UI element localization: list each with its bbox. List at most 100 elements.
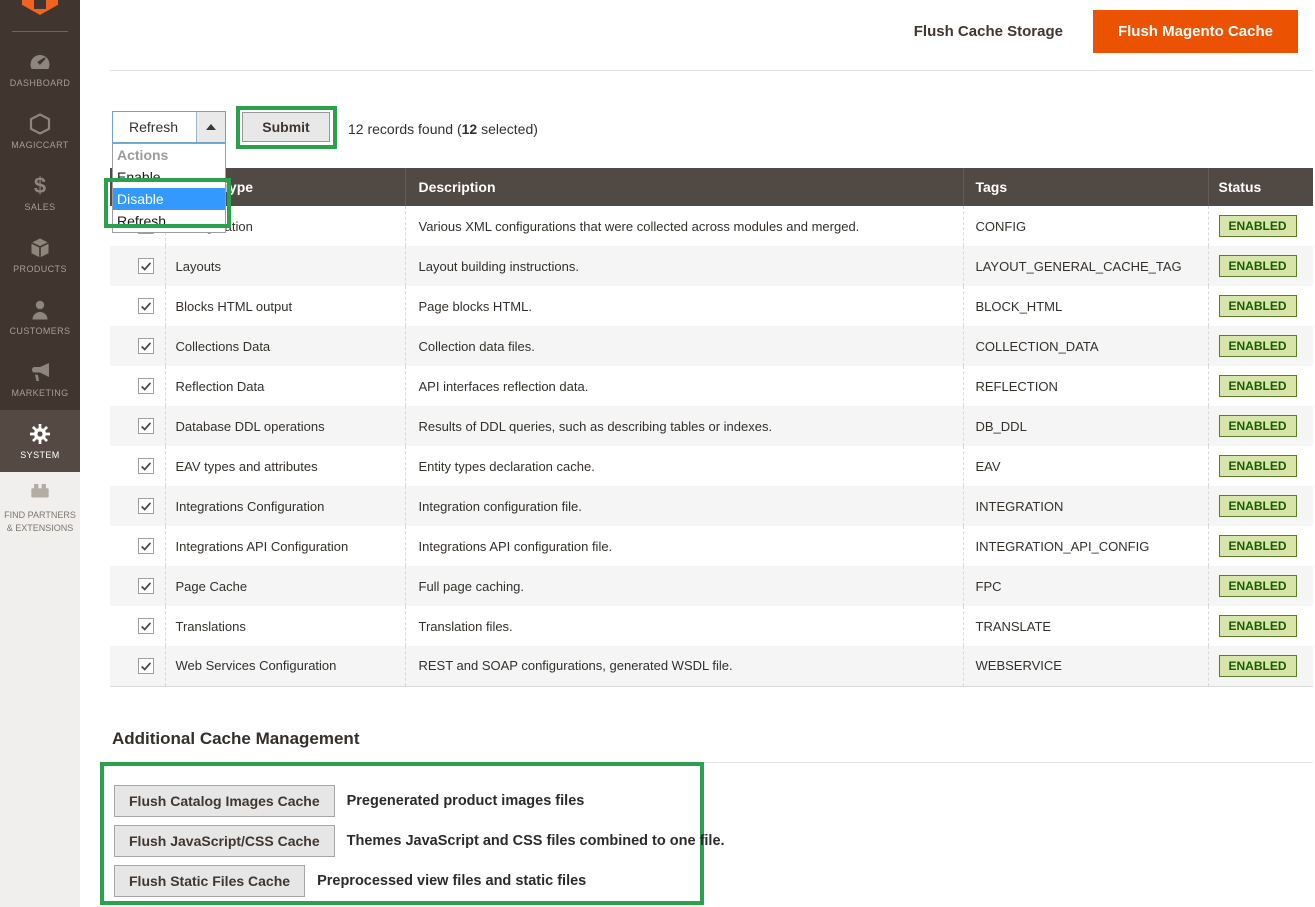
row-checkbox[interactable]	[138, 538, 154, 554]
row-checkbox[interactable]	[138, 258, 154, 274]
cache-type-cell: Translations	[165, 606, 405, 646]
row-checkbox[interactable]	[138, 458, 154, 474]
cache-type-cell: Web Services Configuration	[165, 646, 405, 686]
dropdown-option-refresh[interactable]: Refresh	[113, 210, 225, 232]
flush-javascript-css-cache-button[interactable]: Flush JavaScript/CSS Cache	[114, 825, 335, 857]
status-badge: ENABLED	[1219, 655, 1297, 677]
additional-cache-title: Additional Cache Management	[112, 729, 359, 749]
tags-cell: WEBSERVICE	[963, 646, 1208, 686]
chevron-up-icon	[206, 124, 216, 130]
table-row: Configuration Various XML configurations…	[110, 206, 1313, 246]
row-checkbox[interactable]	[138, 378, 154, 394]
status-badge: ENABLED	[1219, 615, 1297, 637]
sales-icon: $	[28, 174, 52, 198]
cache-type-cell: EAV types and attributes	[165, 446, 405, 486]
dropdown-group-actions: Actions	[113, 144, 225, 166]
tags-cell: LAYOUT_GENERAL_CACHE_TAG	[963, 246, 1208, 286]
sidebar-item-label: PRODUCTS	[13, 264, 67, 275]
tags-cell: EAV	[963, 446, 1208, 486]
cache-type-cell: Page Cache	[165, 566, 405, 606]
products-icon	[28, 236, 52, 260]
sidebar-item-label: MARKETING	[11, 388, 68, 399]
sidebar-item-magiccart[interactable]: MAGICCART	[0, 100, 80, 162]
description-cell: Page blocks HTML.	[405, 286, 963, 326]
table-row: Integrations API Configuration Integrati…	[110, 526, 1313, 566]
sidebar-item-label: SALES	[24, 202, 55, 213]
sidebar-item-system[interactable]: SYSTEM	[0, 410, 80, 472]
sidebar-item-find-partners[interactable]: FIND PARTNERS & EXTENSIONS	[0, 478, 80, 535]
sidebar-item-label-line1: FIND PARTNERS	[4, 509, 76, 522]
mass-action-select[interactable]: Refresh	[112, 111, 226, 143]
flush-magento-cache-button[interactable]: Flush Magento Cache	[1093, 10, 1298, 53]
col-status[interactable]: Status	[1208, 168, 1313, 206]
row-checkbox[interactable]	[138, 338, 154, 354]
flush-static-files-description: Preprocessed view files and static files	[317, 873, 586, 889]
dropdown-option-disable[interactable]: Disable	[113, 188, 225, 210]
sidebar-item-customers[interactable]: CUSTOMERS	[0, 286, 80, 348]
cache-type-cell: Reflection Data	[165, 366, 405, 406]
table-row: Integrations Configuration Integration c…	[110, 486, 1313, 526]
flush-catalog-images-description: Pregenerated product images files	[347, 793, 585, 809]
cache-type-cell: Collections Data	[165, 326, 405, 366]
row-checkbox[interactable]	[138, 298, 154, 314]
status-badge: ENABLED	[1219, 535, 1297, 557]
dropdown-option-enable[interactable]: Enable	[113, 166, 225, 188]
table-row: Database DDL operations Results of DDL q…	[110, 406, 1313, 446]
additional-section-divider	[110, 762, 1313, 763]
status-badge: ENABLED	[1219, 455, 1297, 477]
sidebar-item-label-line2: & EXTENSIONS	[7, 522, 74, 535]
dashboard-icon	[28, 50, 52, 74]
cache-management-page: { "colors": { "accent_orange": "#eb5202"…	[0, 0, 1315, 907]
records-prefix: 12 records found (	[348, 121, 462, 137]
sidebar-item-label: SYSTEM	[20, 450, 59, 461]
records-suffix: selected)	[477, 121, 538, 137]
description-cell: Integration configuration file.	[405, 486, 963, 526]
row-checkbox[interactable]	[138, 418, 154, 434]
magento-logo[interactable]	[0, 0, 80, 32]
cache-type-cell: Integrations API Configuration	[165, 526, 405, 566]
status-badge: ENABLED	[1219, 415, 1297, 437]
description-cell: Translation files.	[405, 606, 963, 646]
row-checkbox[interactable]	[138, 498, 154, 514]
admin-menu: DASHBOARD MAGICCART $ SALES PRODUCTS	[0, 0, 80, 472]
status-badge: ENABLED	[1219, 295, 1297, 317]
row-checkbox[interactable]	[138, 658, 154, 674]
tags-cell: INTEGRATION_API_CONFIG	[963, 526, 1208, 566]
status-badge: ENABLED	[1219, 335, 1297, 357]
row-checkbox[interactable]	[138, 618, 154, 634]
sidebar: DASHBOARD MAGICCART $ SALES PRODUCTS	[0, 0, 80, 907]
sidebar-item-label: DASHBOARD	[10, 78, 71, 89]
cache-grid: Cache Type Description Tags Status Confi…	[110, 168, 1313, 687]
extensions-icon	[27, 478, 53, 504]
description-cell: Collection data files.	[405, 326, 963, 366]
cache-type-cell: Blocks HTML output	[165, 286, 405, 326]
table-row: EAV types and attributes Entity types de…	[110, 446, 1313, 486]
sidebar-item-products[interactable]: PRODUCTS	[0, 224, 80, 286]
row-checkbox[interactable]	[138, 578, 154, 594]
description-cell: Layout building instructions.	[405, 246, 963, 286]
magento-logo-notch	[34, 0, 46, 9]
submit-button[interactable]: Submit	[242, 112, 330, 142]
sidebar-item-dashboard[interactable]: DASHBOARD	[0, 38, 80, 100]
sidebar-item-sales[interactable]: $ SALES	[0, 162, 80, 224]
description-cell: Various XML configurations that were col…	[405, 206, 963, 246]
tags-cell: BLOCK_HTML	[963, 286, 1208, 326]
col-tags[interactable]: Tags	[963, 168, 1208, 206]
tags-cell: TRANSLATE	[963, 606, 1208, 646]
cache-type-cell: Database DDL operations	[165, 406, 405, 446]
sidebar-item-marketing[interactable]: MARKETING	[0, 348, 80, 410]
records-selected-count: 12	[462, 121, 478, 137]
tags-cell: INTEGRATION	[963, 486, 1208, 526]
page-actions: Flush Cache Storage Flush Magento Cache	[914, 10, 1298, 53]
mass-action-dropdown: Actions Enable Disable Refresh	[112, 143, 226, 233]
tags-cell: FPC	[963, 566, 1208, 606]
table-row: Collections Data Collection data files. …	[110, 326, 1313, 366]
flush-cache-storage-button[interactable]: Flush Cache Storage	[914, 23, 1063, 40]
mass-action-selected-value: Refresh	[113, 112, 196, 142]
col-description[interactable]: Description	[405, 168, 963, 206]
flush-catalog-images-cache-button[interactable]: Flush Catalog Images Cache	[114, 785, 335, 817]
table-row: Reflection Data API interfaces reflectio…	[110, 366, 1313, 406]
status-badge: ENABLED	[1219, 495, 1297, 517]
select-arrow-button[interactable]	[196, 112, 225, 142]
flush-static-files-cache-button[interactable]: Flush Static Files Cache	[114, 865, 305, 897]
